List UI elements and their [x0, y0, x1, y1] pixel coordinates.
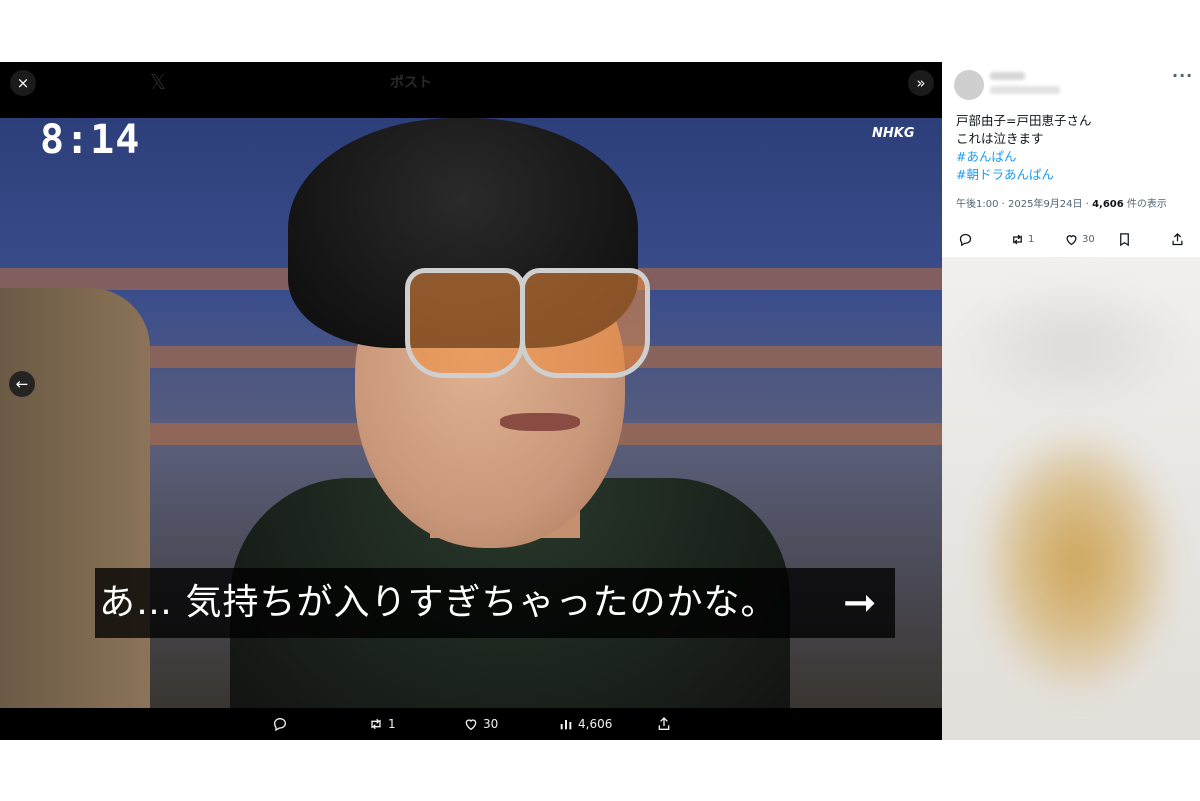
repost-count: 1	[388, 717, 396, 731]
like-button[interactable]: 30	[463, 708, 498, 740]
person-mouth	[500, 413, 580, 431]
close-button[interactable]: ×	[10, 70, 36, 96]
tweet-timestamp[interactable]: 午後1:00 · 2025年9月24日 ·	[956, 199, 1092, 210]
media-action-bar: 1 30 4,606	[0, 708, 942, 740]
glasses-lens-left	[405, 268, 525, 378]
avatar[interactable]	[954, 70, 984, 100]
person-left-shoulder	[0, 288, 150, 708]
tweet-timestamp-views: 午後1:00 · 2025年9月24日 · 4,606 件の表示	[956, 195, 1167, 210]
bookmark-icon	[1120, 232, 1129, 246]
more-options-button[interactable]: ···	[1172, 66, 1193, 85]
repost-icon	[1013, 234, 1022, 244]
expand-panel-button[interactable]: »	[908, 70, 934, 96]
share-icon	[1172, 232, 1183, 245]
repost-button[interactable]: 1	[368, 708, 396, 740]
tweet-view-suffix: 件の表示	[1123, 199, 1167, 210]
reply-icon	[273, 717, 287, 732]
views-icon	[560, 720, 572, 730]
reply-button[interactable]	[958, 228, 976, 250]
like-count: 30	[1082, 233, 1095, 245]
author-name-redacted	[990, 72, 1025, 80]
tweet-text-line: これは泣きます	[956, 131, 1044, 146]
author-handle-redacted	[990, 86, 1060, 94]
repost-count: 1	[1028, 233, 1035, 245]
like-count: 30	[483, 717, 499, 731]
background-page-title: ポスト	[390, 75, 432, 91]
subtitle-caption: あ… 気持ちが入りすぎちゃったのかな。 ➞	[95, 568, 895, 638]
views-button[interactable]: 4,606	[558, 708, 612, 740]
subtitle-continue-arrow-icon: ➞	[843, 580, 877, 626]
share-button[interactable]	[1170, 228, 1188, 250]
hashtag-link[interactable]: #あんぱん	[956, 146, 1016, 165]
repost-button[interactable]: 1	[1010, 228, 1034, 250]
blurred-content	[982, 432, 1172, 692]
broadcast-clock: 8:14	[40, 118, 141, 163]
reply-icon	[959, 233, 972, 246]
glasses-lens-right	[520, 268, 650, 378]
repost-icon	[371, 718, 381, 730]
tweet-action-bar: 1 30	[942, 228, 1200, 250]
heart-icon	[465, 719, 477, 731]
tweet-view-count: 4,606	[1092, 199, 1124, 210]
views-count: 4,606	[578, 717, 613, 731]
share-icon	[658, 717, 670, 730]
tweet-detail-pane: ··· 戸部由子=戸田恵子さん これは泣きます #あんぱん #朝ドラあんぱん 午…	[942, 62, 1200, 257]
subtitle-text: あ… 気持ちが入りすぎちゃったのかな。	[99, 582, 778, 623]
reply-button[interactable]	[272, 708, 292, 740]
channel-logo: NHKG	[872, 126, 915, 141]
previous-media-button[interactable]: ←	[9, 371, 35, 397]
x-logo-icon: 𝕏	[150, 70, 167, 94]
media-viewer: 8:14 NHKG あ… 気持ちが入りすぎちゃったのかな。 ➞ 𝕏 ポスト × …	[0, 62, 942, 740]
video-frame-image: 8:14 NHKG あ… 気持ちが入りすぎちゃったのかな。 ➞	[0, 118, 942, 708]
share-button[interactable]	[656, 708, 676, 740]
hashtag-link[interactable]: #朝ドラあんぱん	[956, 164, 1054, 183]
blurred-replies-panel	[942, 257, 1200, 740]
heart-icon	[1066, 234, 1077, 245]
blurred-content	[952, 277, 1192, 417]
bookmark-button[interactable]	[1117, 228, 1135, 250]
tweet-text-line: 戸部由子=戸田恵子さん	[956, 113, 1092, 128]
like-button[interactable]: 30	[1064, 228, 1095, 250]
